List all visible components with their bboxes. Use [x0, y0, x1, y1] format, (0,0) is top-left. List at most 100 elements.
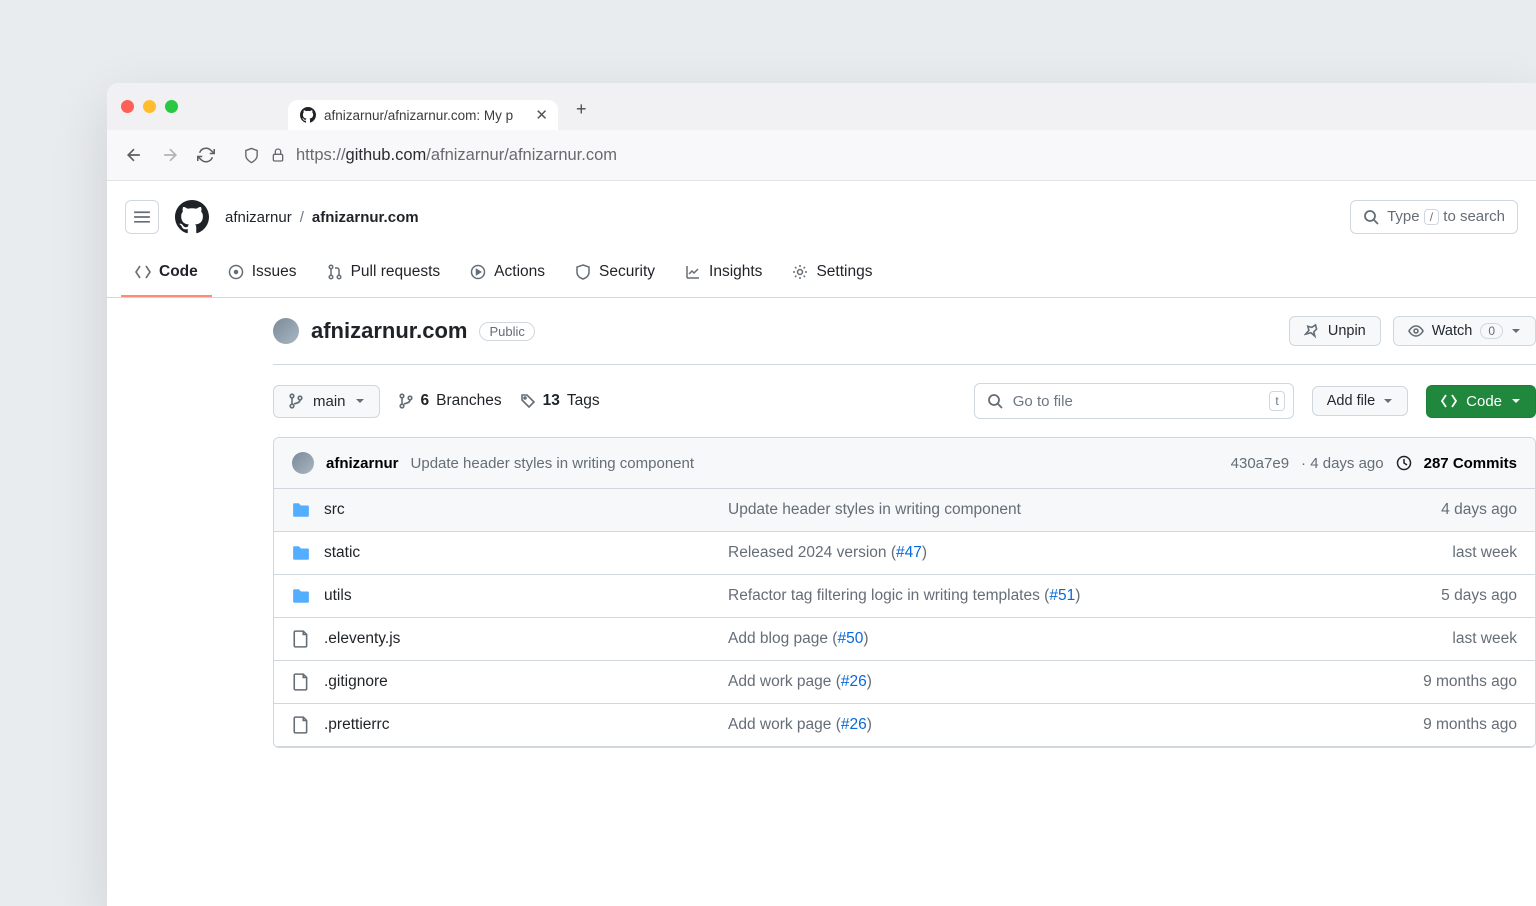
repo-title-row: afnizarnur.com Public Unpin Watch 0 [273, 316, 1536, 346]
git-branch-icon [398, 393, 414, 409]
eye-icon [1408, 323, 1424, 339]
github-logo-icon[interactable] [175, 200, 209, 234]
tag-icon [520, 393, 536, 409]
tab-label: Issues [252, 263, 297, 281]
file-commit-message[interactable]: Refactor tag filtering logic in writing … [728, 587, 1373, 605]
commit-avatar [292, 452, 314, 474]
close-window-icon[interactable] [121, 100, 134, 113]
folder-icon [292, 544, 310, 562]
chevron-down-icon [1383, 396, 1393, 406]
shortcut-key: t [1269, 391, 1284, 411]
search-button[interactable]: Type / to search [1350, 200, 1518, 234]
file-ago: 9 months ago [1387, 673, 1517, 691]
code-button[interactable]: Code [1426, 385, 1536, 418]
browser-tab[interactable]: afnizarnur/afnizarnur.com: My p ✕ [288, 100, 558, 130]
folder-icon [292, 501, 310, 519]
play-circle-icon [470, 264, 486, 280]
file-commit-message[interactable]: Add work page (#26) [728, 673, 1373, 691]
file-row[interactable]: .eleventy.jsAdd blog page (#50)last week [274, 618, 1535, 661]
history-icon [1396, 455, 1412, 471]
tags-link[interactable]: 13 Tags [520, 392, 600, 410]
github-favicon-icon [300, 107, 316, 123]
tab-actions[interactable]: Actions [456, 253, 559, 297]
shield-icon [575, 264, 591, 280]
minimize-window-icon[interactable] [143, 100, 156, 113]
url-field[interactable]: https://github.com/afnizarnur/afnizarnur… [231, 137, 1520, 173]
button-label: Unpin [1328, 323, 1366, 339]
file-row[interactable]: staticReleased 2024 version (#47)last we… [274, 532, 1535, 575]
file-row[interactable]: .gitignore Add work page (#26) 9 months ag… [274, 661, 1535, 704]
back-icon[interactable] [123, 144, 145, 166]
file-row[interactable]: utils Refactor tag filtering logic in wri… [274, 575, 1535, 618]
chevron-down-icon [355, 396, 365, 406]
code-icon [1441, 393, 1457, 409]
branch-name: main [313, 393, 346, 410]
file-name[interactable]: static [324, 544, 714, 562]
file-row[interactable]: .prettierrcAdd work page (#26)9 months a… [274, 704, 1535, 747]
gear-icon [792, 264, 808, 280]
reload-icon[interactable] [195, 144, 217, 166]
file-commit-message[interactable]: Add work page (#26) [728, 716, 1373, 734]
file-commit-message[interactable]: Add blog page (#50) [728, 630, 1373, 648]
commit-author[interactable]: afnizarnur [326, 455, 399, 472]
file-name[interactable]: .eleventy.js [324, 630, 714, 648]
tab-pulls[interactable]: Pull requests [313, 253, 455, 297]
tab-settings[interactable]: Settings [778, 253, 886, 297]
file-name[interactable]: utils [324, 587, 714, 605]
button-label: Code [1466, 393, 1502, 410]
lock-icon [270, 147, 286, 163]
file-name[interactable]: .gitignore [324, 673, 714, 691]
file-name[interactable]: src [324, 501, 714, 519]
hamburger-icon [133, 208, 151, 226]
pr-link[interactable]: #26 [841, 673, 867, 690]
close-tab-icon[interactable]: ✕ [535, 106, 548, 124]
file-ago: 5 days ago [1387, 587, 1517, 605]
commits-link[interactable]: 287 Commits [1424, 455, 1517, 472]
commit-ago: · 4 days ago [1301, 455, 1384, 472]
repo-avatar[interactable] [273, 318, 299, 344]
tab-code[interactable]: Code [121, 253, 212, 297]
file-commit-message[interactable]: Update header styles in writing componen… [728, 501, 1373, 519]
tab-label: Insights [709, 263, 762, 281]
button-label: Watch [1432, 323, 1473, 339]
file-commit-message[interactable]: Released 2024 version (#47) [728, 544, 1373, 562]
tab-security[interactable]: Security [561, 253, 669, 297]
pr-link[interactable]: #51 [1049, 587, 1075, 604]
tab-issues[interactable]: Issues [214, 253, 311, 297]
file-icon [292, 673, 310, 691]
search-prompt: Type / to search [1387, 208, 1505, 226]
folder-icon [292, 587, 310, 605]
watch-button[interactable]: Watch 0 [1393, 316, 1536, 346]
maximize-window-icon[interactable] [165, 100, 178, 113]
commit-sha[interactable]: 430a7e9 [1231, 455, 1289, 472]
branch-selector[interactable]: main [273, 385, 380, 418]
new-tab-button[interactable]: + [566, 95, 597, 130]
commit-message[interactable]: Update header styles in writing componen… [411, 455, 695, 472]
window-controls [121, 100, 178, 113]
tab-insights[interactable]: Insights [671, 253, 776, 297]
repo-link[interactable]: afnizarnur.com [312, 209, 419, 226]
chevron-down-icon [1511, 326, 1521, 336]
owner-link[interactable]: afnizarnur [225, 209, 292, 226]
hamburger-menu-button[interactable] [125, 200, 159, 234]
toolbar-row: main 6 Branches 13 Tags Go to file t Add… [273, 383, 1536, 419]
tab-label: Security [599, 263, 655, 281]
tab-label: Pull requests [351, 263, 441, 281]
file-name[interactable]: .prettierrc [324, 716, 714, 734]
git-branch-icon [288, 393, 304, 409]
file-search-input[interactable]: Go to file t [974, 383, 1294, 419]
latest-commit-row[interactable]: afnizarnur Update header styles in writi… [274, 438, 1535, 489]
branches-link[interactable]: 6 Branches [398, 392, 502, 410]
repo-title: afnizarnur.com [311, 318, 467, 344]
unpin-button[interactable]: Unpin [1289, 316, 1381, 346]
add-file-button[interactable]: Add file [1312, 386, 1408, 416]
pr-link[interactable]: #26 [841, 716, 867, 733]
file-ago: 4 days ago [1387, 501, 1517, 519]
pr-link[interactable]: #50 [837, 630, 863, 647]
pr-link[interactable]: #47 [896, 544, 922, 561]
file-row[interactable]: src Update header styles in writing compo… [274, 489, 1535, 532]
tab-label: Actions [494, 263, 545, 281]
file-icon [292, 716, 310, 734]
forward-icon[interactable] [159, 144, 181, 166]
graph-icon [685, 264, 701, 280]
